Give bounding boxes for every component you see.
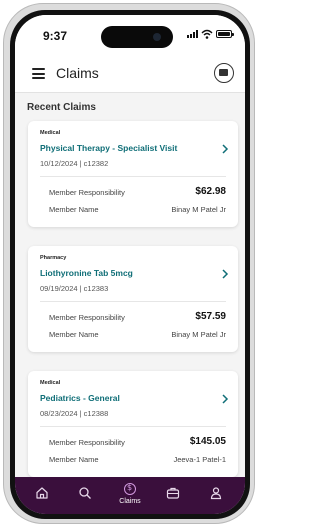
dollar-circle-icon [124, 483, 136, 495]
home-icon [36, 487, 48, 499]
member-name-label: Member Name [49, 205, 99, 214]
app-screen: 9:37 Claims Recent Claims Medical Physic… [15, 15, 245, 514]
divider [40, 426, 226, 427]
claim-title-link[interactable]: Pediatrics - General [40, 393, 120, 403]
id-card-button[interactable] [214, 63, 234, 83]
briefcase-icon [166, 487, 180, 499]
chevron-right-icon[interactable] [221, 144, 229, 154]
camera-icon [153, 33, 161, 41]
app-header: Claims [15, 55, 245, 93]
battery-icon [216, 30, 234, 38]
claim-title-link[interactable]: Liothyronine Tab 5mcg [40, 268, 133, 278]
member-responsibility-amount: $145.05 [189, 436, 226, 447]
chevron-right-icon[interactable] [221, 269, 229, 279]
signal-icon [187, 30, 198, 38]
nav-item-home[interactable] [22, 477, 62, 514]
nav-item-profile[interactable] [196, 477, 236, 514]
claim-card[interactable]: Medical Physical Therapy - Specialist Vi… [28, 121, 238, 227]
section-title: Recent Claims [27, 102, 96, 113]
wifi-icon [201, 29, 213, 39]
claim-date-id: 08/23/2024 | c12388 [40, 409, 109, 418]
nav-item-benefits[interactable] [153, 477, 193, 514]
claim-category: Pharmacy [40, 255, 67, 261]
bottom-navigation: Claims [15, 477, 245, 514]
member-responsibility-label: Member Responsibility [49, 438, 125, 447]
member-name-label: Member Name [49, 455, 99, 464]
claim-card[interactable]: Pharmacy Liothyronine Tab 5mcg 09/19/202… [28, 246, 238, 352]
claim-date-id: 09/19/2024 | c12383 [40, 284, 109, 293]
member-responsibility-label: Member Responsibility [49, 313, 125, 322]
hamburger-menu-icon[interactable] [32, 68, 45, 79]
status-time: 9:37 [43, 29, 68, 43]
divider [40, 301, 226, 302]
claims-content[interactable]: Recent Claims Medical Physical Therapy -… [15, 93, 245, 477]
page-title: Claims [56, 65, 99, 81]
search-icon [79, 487, 91, 499]
claim-category: Medical [40, 380, 61, 386]
claim-date-id: 10/12/2024 | c12382 [40, 159, 109, 168]
member-name-label: Member Name [49, 330, 99, 339]
phone-frame: 9:37 Claims Recent Claims Medical Physic… [3, 3, 255, 524]
person-icon [210, 487, 222, 500]
phone-bezel: 9:37 Claims Recent Claims Medical Physic… [10, 10, 250, 519]
member-name-value: Binay M Patel Jr [171, 205, 226, 214]
nav-item-search[interactable] [65, 477, 105, 514]
member-responsibility-label: Member Responsibility [49, 188, 125, 197]
divider [40, 176, 226, 177]
member-name-value: Binay M Patel Jr [171, 330, 226, 339]
chevron-right-icon[interactable] [221, 394, 229, 404]
member-responsibility-amount: $57.59 [195, 311, 226, 322]
dynamic-island [101, 26, 173, 48]
member-responsibility-amount: $62.98 [195, 186, 226, 197]
nav-item-claims[interactable]: Claims [110, 477, 150, 514]
nav-label-claims: Claims [119, 498, 141, 505]
claim-card[interactable]: Medical Pediatrics - General 08/23/2024 … [28, 371, 238, 477]
claim-category: Medical [40, 130, 61, 136]
claim-title-link[interactable]: Physical Therapy - Specialist Visit [40, 143, 177, 153]
status-bar: 9:37 [15, 15, 245, 55]
member-name-value: Jeeva-1 Patel-1 [173, 455, 226, 464]
